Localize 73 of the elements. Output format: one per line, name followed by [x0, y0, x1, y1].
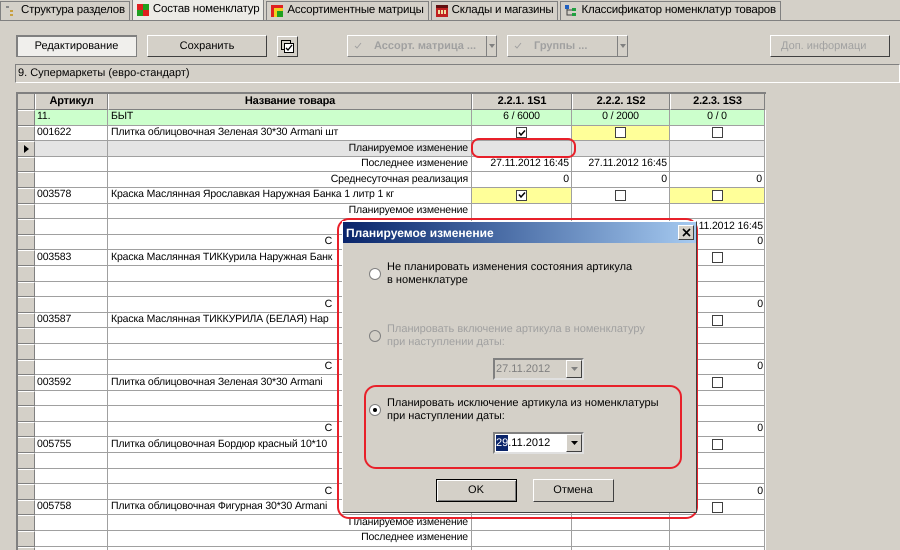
caret-icon — [488, 44, 494, 48]
check-icon — [514, 42, 522, 50]
checkbox[interactable] — [712, 439, 722, 450]
table-cell: Планируемое изменение — [108, 141, 472, 157]
table-cell: Плитка облицовочная Зеленая 30*30 Armani шт — [108, 126, 472, 142]
close-button[interactable] — [678, 225, 694, 240]
date-value: 27.11.2012 — [496, 362, 550, 377]
table-cell: 005755 — [35, 437, 108, 454]
checkbox[interactable] — [516, 127, 527, 138]
tab[interactable]: Склады и магазины — [430, 1, 558, 20]
toolbar-button[interactable]: Сохранить — [147, 35, 267, 57]
table-cell: Краска Маслянная Ярославкая Наружная Банка 1 литр 1 кг — [108, 188, 472, 204]
table-cell: 0 / 0 — [670, 110, 765, 126]
matrix-icon — [271, 5, 284, 17]
table-cell: 005758 — [35, 500, 108, 516]
column-header[interactable]: Артикул — [35, 94, 108, 110]
table-cell: Последнее изменение — [108, 156, 472, 172]
column-header[interactable]: 2.2.3. 1S3 — [670, 94, 765, 110]
table-cell: 6 / 6000 — [472, 110, 572, 126]
close-icon — [682, 228, 690, 237]
table-cell: 11. — [35, 110, 108, 126]
checkbox[interactable] — [712, 376, 722, 388]
table-cell: 003592 — [35, 375, 108, 391]
check-icon — [354, 42, 362, 50]
table-cell: 003587 — [35, 312, 108, 328]
row-header[interactable] — [18, 141, 35, 157]
row-pointer-icon — [24, 144, 28, 153]
table-cell: 0 — [670, 172, 765, 188]
checkbox[interactable] — [712, 127, 722, 138]
column-header[interactable]: 2.2.1. 1S1 — [472, 94, 572, 110]
column-header[interactable]: Название товара — [108, 94, 472, 110]
table-cell: Среднесуточная реализация — [108, 172, 472, 188]
checkbox[interactable] — [615, 127, 626, 138]
store-icon — [436, 5, 448, 17]
checkbox[interactable] — [615, 190, 626, 201]
tab[interactable]: Классификатор номенклатур товаров — [560, 1, 781, 20]
table-cell: Последнее изменение — [108, 531, 472, 547]
date-field[interactable]: 29.11.2012 — [493, 432, 584, 454]
checklist-button[interactable] — [277, 36, 298, 56]
table-cell: 27.11.2012 16:45 — [572, 156, 670, 172]
toolbar-button[interactable]: Редактирование — [16, 35, 137, 57]
dialog-button[interactable]: OK — [436, 479, 516, 502]
selected-text: 29 — [496, 434, 508, 452]
checklist-icon — [281, 40, 294, 52]
tab[interactable]: Структура разделов — [0, 1, 130, 20]
table-cell: Планируемое изменение — [108, 204, 472, 220]
table-cell: 0 — [472, 172, 572, 188]
column-header[interactable]: 2.2.2. 1S2 — [572, 94, 670, 110]
table-cell: БЫТ — [108, 110, 472, 126]
radio-button[interactable] — [369, 404, 381, 416]
checkbox[interactable] — [516, 190, 527, 201]
radio-button[interactable] — [369, 268, 381, 280]
checkbox[interactable] — [712, 190, 722, 201]
option-label: Планировать исключение артикула из номенклатуры при наступлении даты: — [387, 397, 659, 423]
checkbox[interactable] — [712, 502, 722, 513]
table-cell: 0 — [572, 172, 670, 188]
table-cell: 003578 — [35, 188, 108, 204]
date-value: .11.2012 — [508, 436, 550, 451]
table-cell: 003583 — [35, 250, 108, 266]
checkbox[interactable] — [712, 314, 722, 326]
caret-icon — [620, 44, 626, 48]
dialog-button[interactable]: Отмена — [532, 479, 614, 502]
caret-icon — [570, 367, 578, 371]
section-field: 9. Супермаркеты (евро-стандарт) — [15, 64, 900, 83]
table-cell: 001622 — [35, 126, 108, 142]
table-cell: 0 / 2000 — [572, 110, 670, 126]
caret-icon — [570, 441, 578, 445]
grid-icon — [136, 4, 149, 16]
tab[interactable]: Ассортиментные матрицы — [266, 1, 429, 20]
checkbox[interactable] — [712, 252, 722, 264]
tab[interactable]: Состав номенклатур — [132, 0, 264, 20]
hierarchy-icon — [565, 5, 578, 17]
table-cell: Планируемое изменение — [108, 515, 472, 532]
